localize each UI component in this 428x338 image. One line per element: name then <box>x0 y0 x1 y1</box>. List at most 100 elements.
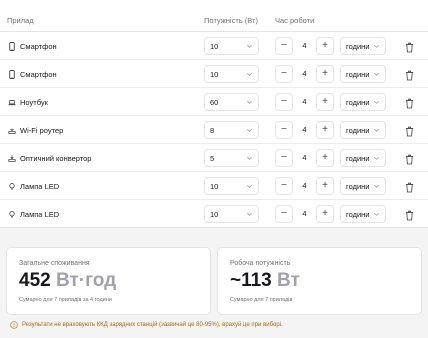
power-select[interactable]: 5 <box>204 149 259 167</box>
hours-value: 4 <box>302 209 307 218</box>
hours-value: 4 <box>302 125 307 134</box>
header-power: Потужність (Вт) <box>204 16 258 25</box>
smartphone-icon <box>8 41 16 51</box>
header-device: Прилад <box>7 16 34 25</box>
chevron-down-icon <box>374 156 379 160</box>
device-cell: Ноутбук <box>8 88 48 116</box>
hours-increment-button[interactable]: + <box>316 121 334 139</box>
power-select[interactable]: 8 <box>204 121 259 139</box>
device-name: Лампа LED <box>20 209 60 219</box>
table-row: Оптичний конвертор 5 −4 + години <box>0 144 428 172</box>
delete-row-button[interactable] <box>405 68 415 81</box>
device-cell: Оптичний конвертор <box>8 144 91 172</box>
time-unit-value: години <box>346 209 370 219</box>
time-unit-value: години <box>346 69 370 79</box>
lamp-icon <box>8 209 16 219</box>
hours-increment-button[interactable]: + <box>316 37 334 55</box>
power-value: 5 <box>210 153 215 163</box>
device-cell: Смартфон <box>8 32 57 60</box>
power-select[interactable]: 10 <box>204 65 259 83</box>
chevron-down-icon <box>247 72 252 76</box>
power-value: 10 <box>210 69 219 79</box>
hours-value: 4 <box>302 97 307 106</box>
operating-power-subtitle: Сумарно для 7 приладів <box>230 297 293 303</box>
device-cell: Лампа LED <box>8 200 59 228</box>
power-select[interactable]: 10 <box>204 205 259 223</box>
time-unit-select[interactable]: години <box>340 93 386 111</box>
hours-increment-button[interactable]: + <box>316 149 334 167</box>
chevron-down-icon <box>374 100 379 104</box>
chevron-down-icon <box>247 156 252 160</box>
table-row: Лампа LED 10 −4 + години <box>0 200 428 228</box>
operating-power-card: Робоча потужність ~113 Вт Сумарно для 7 … <box>217 247 422 315</box>
device-name: Смартфон <box>20 41 57 51</box>
delete-row-button[interactable] <box>405 152 415 165</box>
time-unit-select[interactable]: години <box>340 177 386 195</box>
hours-decrement-button[interactable]: − <box>275 121 293 139</box>
power-select[interactable]: 60 <box>204 93 259 111</box>
device-cell: Wi-Fi роутер <box>8 116 63 144</box>
laptop-icon <box>8 97 16 107</box>
operating-power-label: Робоча потужність <box>230 260 291 267</box>
wifi-router-icon <box>8 125 16 135</box>
hours-decrement-button[interactable]: − <box>275 177 293 195</box>
hours-value: 4 <box>302 41 307 50</box>
total-consumption-number: 452 <box>19 270 51 291</box>
chevron-down-icon <box>247 212 252 216</box>
delete-row-button[interactable] <box>405 40 415 53</box>
time-unit-value: години <box>346 97 370 107</box>
time-unit-select[interactable]: години <box>340 37 386 55</box>
hours-decrement-button[interactable]: − <box>275 149 293 167</box>
hours-value: 4 <box>302 181 307 190</box>
total-consumption-unit: Вт·год <box>55 270 117 291</box>
time-unit-value: години <box>346 125 370 135</box>
power-select[interactable]: 10 <box>204 177 259 195</box>
table-row: Лампа LED 10 −4 + години <box>0 172 428 200</box>
hours-value: 4 <box>302 153 307 162</box>
devices-table: Прилад Потужність (Вт) Час роботи Смартф… <box>0 0 428 228</box>
hours-increment-button[interactable]: + <box>316 177 334 195</box>
device-cell: Лампа LED <box>8 172 59 200</box>
device-name: Оптичний конвертор <box>20 153 92 163</box>
time-unit-select[interactable]: години <box>340 121 386 139</box>
operating-power-unit: Вт <box>277 270 300 291</box>
fiber-converter-icon <box>8 153 16 163</box>
device-name: Лампа LED <box>20 181 60 191</box>
chevron-down-icon <box>247 184 252 188</box>
power-value: 10 <box>210 209 219 219</box>
device-name: Ноутбук <box>20 97 48 107</box>
table-header: Прилад Потужність (Вт) Час роботи <box>0 0 428 32</box>
delete-row-button[interactable] <box>405 124 415 137</box>
efficiency-note-text: Результати не враховують ККД зарядних ст… <box>22 322 283 328</box>
hours-decrement-button[interactable]: − <box>275 93 293 111</box>
table-row: Смартфон 10 −4 + години <box>0 32 428 60</box>
trash-icon <box>405 180 414 197</box>
time-unit-value: години <box>346 153 370 163</box>
chevron-down-icon <box>374 128 379 132</box>
delete-row-button[interactable] <box>405 208 415 221</box>
power-value: 10 <box>210 181 219 191</box>
hours-decrement-button[interactable]: − <box>275 65 293 83</box>
hours-decrement-button[interactable]: − <box>275 37 293 55</box>
chevron-down-icon <box>374 184 379 188</box>
trash-icon <box>405 40 414 57</box>
operating-power-number: ~113 <box>230 270 272 291</box>
total-consumption-subtitle: Сумарно для 7 приладів за 4 години <box>19 297 112 303</box>
time-unit-select[interactable]: години <box>340 205 386 223</box>
hours-value: 4 <box>302 69 307 78</box>
delete-row-button[interactable] <box>405 180 415 193</box>
chevron-down-icon <box>247 100 252 104</box>
power-select[interactable]: 10 <box>204 37 259 55</box>
hours-increment-button[interactable]: + <box>316 93 334 111</box>
chevron-down-icon <box>374 44 379 48</box>
hours-increment-button[interactable]: + <box>316 65 334 83</box>
efficiency-note: Результати не враховують ККД зарядних ст… <box>10 321 422 329</box>
header-hours: Час роботи <box>275 16 315 25</box>
total-consumption-label: Загальне споживання <box>19 260 90 267</box>
trash-icon <box>405 152 414 169</box>
hours-decrement-button[interactable]: − <box>275 205 293 223</box>
hours-increment-button[interactable]: + <box>316 205 334 223</box>
time-unit-select[interactable]: години <box>340 65 386 83</box>
delete-row-button[interactable] <box>405 96 415 109</box>
time-unit-select[interactable]: години <box>340 149 386 167</box>
